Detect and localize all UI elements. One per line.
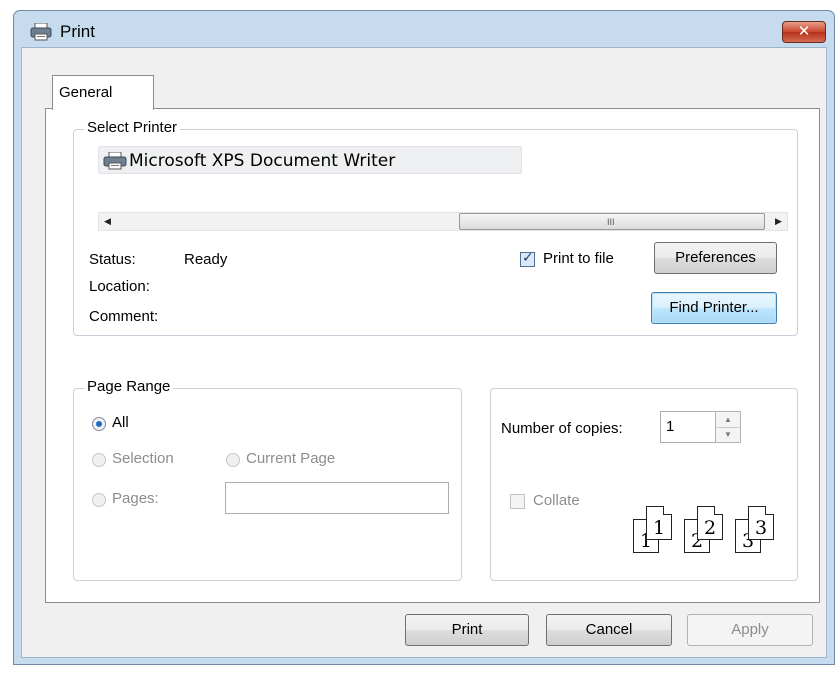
pages-input[interactable]: [225, 482, 449, 514]
page-range-group: Page Range All Selection Current Page Pa…: [73, 378, 462, 581]
collate-label[interactable]: Collate: [533, 492, 580, 509]
print-to-file-checkbox[interactable]: [520, 250, 535, 267]
radio-current-page-label[interactable]: Current Page: [246, 450, 335, 467]
collate-page-icon: 1: [646, 506, 672, 540]
find-printer-button[interactable]: Find Printer...: [651, 292, 777, 324]
preferences-button[interactable]: Preferences: [654, 242, 777, 274]
print-button[interactable]: Print: [405, 614, 529, 646]
radio-all[interactable]: [92, 417, 106, 431]
window-title: Print: [60, 22, 95, 41]
copies-spinner[interactable]: ▲ ▼: [715, 411, 741, 443]
close-icon: ✕: [797, 22, 811, 40]
collate-page-icon: 3: [748, 506, 774, 540]
apply-button[interactable]: Apply: [687, 614, 813, 646]
copies-input[interactable]: 1: [660, 411, 716, 443]
spin-down-icon[interactable]: ▼: [716, 427, 740, 442]
printer-name: Microsoft XPS Document Writer: [129, 151, 396, 171]
page-range-label: Page Range: [84, 378, 174, 395]
comment-label: Comment:: [89, 308, 159, 325]
radio-pages[interactable]: [92, 493, 106, 507]
copies-input-value: 1: [666, 418, 675, 435]
scroll-grip-icon: III: [607, 217, 615, 227]
printer-list-item[interactable]: Microsoft XPS Document Writer: [98, 146, 522, 174]
status-label: Status:: [89, 251, 136, 268]
radio-selection-label[interactable]: Selection: [112, 450, 174, 467]
status-value: Ready: [184, 251, 228, 268]
location-label: Location:: [89, 278, 150, 295]
scroll-left-arrow-icon[interactable]: ◀: [99, 213, 116, 230]
close-button[interactable]: ✕: [782, 21, 826, 43]
radio-pages-label[interactable]: Pages:: [112, 490, 159, 507]
dialog-client-area: General Select Printer Microsoft XPS Doc…: [21, 47, 827, 658]
general-tab-panel: Select Printer Microsoft XPS Document Wr…: [45, 108, 820, 603]
radio-selection[interactable]: [92, 453, 106, 467]
cancel-button[interactable]: Cancel: [546, 614, 672, 646]
radio-all-label[interactable]: All: [112, 414, 129, 431]
number-of-copies-label: Number of copies:: [501, 420, 623, 437]
print-dialog-window: Print ✕ General Select Printer Microsoft…: [13, 10, 835, 665]
copies-group: Number of copies: 1 ▲ ▼ Collate 1 1 2 2 …: [490, 388, 798, 581]
tab-general-label: General: [59, 84, 113, 101]
scroll-right-arrow-icon[interactable]: ▶: [770, 213, 787, 230]
printer-list-scrollbar[interactable]: ◀ III ▶: [98, 212, 788, 231]
select-printer-group: Select Printer Microsoft XPS Document Wr…: [73, 119, 798, 336]
printer-icon: [30, 23, 52, 41]
print-to-file-label[interactable]: Print to file: [543, 250, 614, 267]
select-printer-label: Select Printer: [84, 119, 181, 136]
collate-checkbox[interactable]: [510, 494, 525, 509]
tab-general[interactable]: General: [52, 75, 154, 110]
radio-current-page[interactable]: [226, 453, 240, 467]
scroll-thumb[interactable]: III: [459, 213, 765, 230]
collate-page-icon: 2: [697, 506, 723, 540]
spin-up-icon[interactable]: ▲: [716, 412, 740, 428]
printer-icon: [103, 152, 127, 170]
